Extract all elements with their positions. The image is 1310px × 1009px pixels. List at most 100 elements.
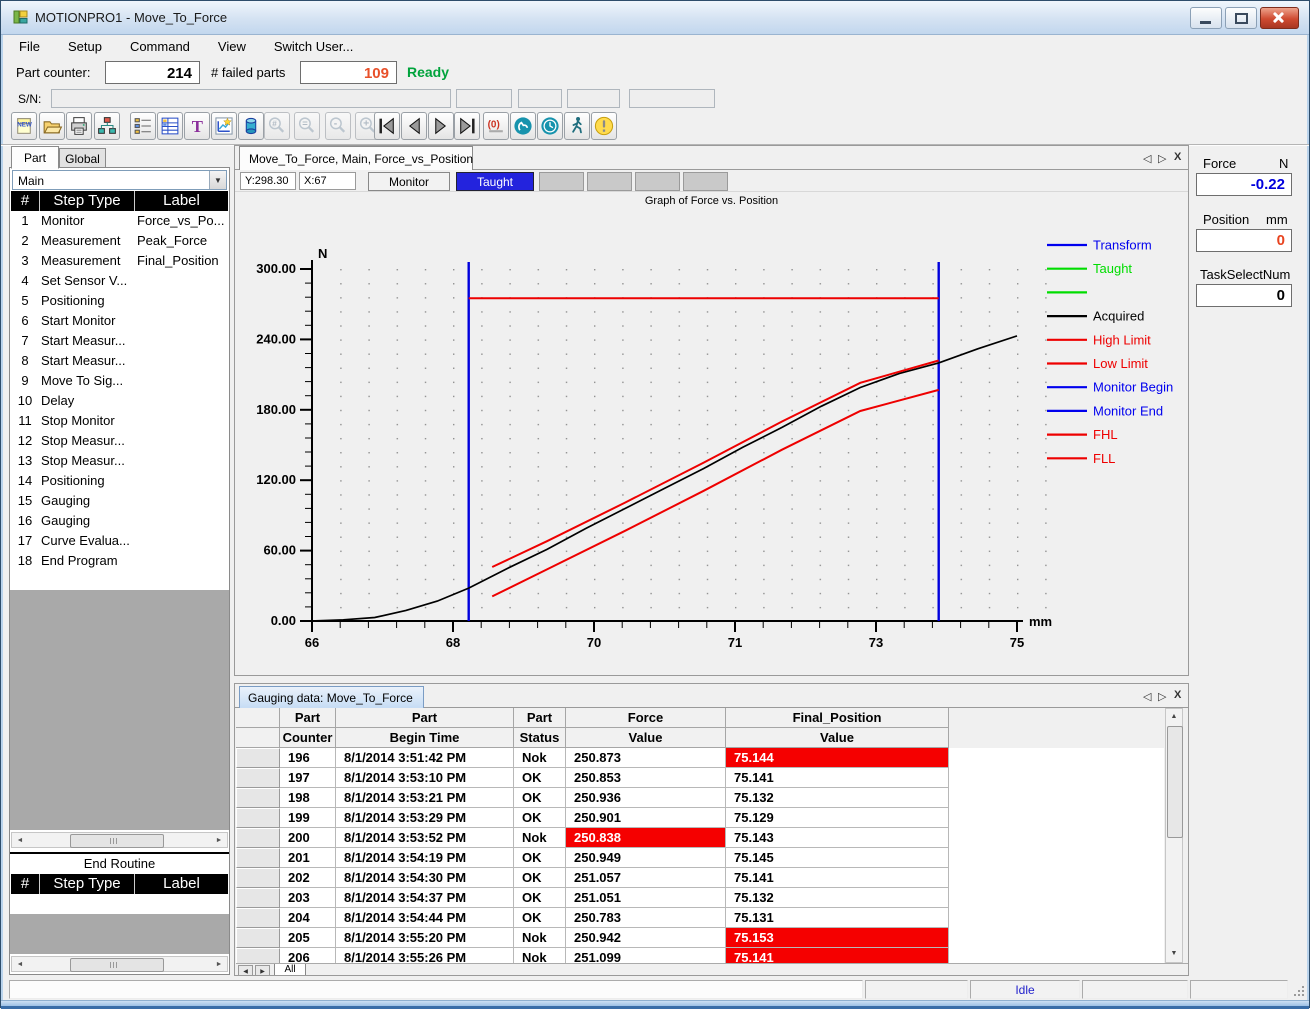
minimize-button[interactable] (1190, 7, 1222, 29)
part-counter-cell[interactable]: 202 (280, 868, 336, 888)
part-status-cell[interactable]: OK (514, 788, 566, 808)
monitor-button[interactable]: Monitor (368, 172, 450, 191)
nav-next-button[interactable] (427, 112, 454, 140)
final-position-cell[interactable]: 75.129 (726, 808, 949, 828)
scrollbar-thumb[interactable] (1167, 726, 1183, 838)
failed-parts-field[interactable]: 109 (300, 61, 397, 84)
step-row[interactable]: 13 Stop Measur... (11, 451, 228, 471)
program-grid-button[interactable] (157, 112, 183, 140)
menu-item-command[interactable]: Command (116, 34, 204, 58)
part-status-cell[interactable]: Nok (514, 928, 566, 948)
force-value-cell[interactable]: 251.057 (566, 868, 726, 888)
row-selector-cell[interactable] (236, 768, 280, 788)
tab-scroll-right-icon[interactable]: ▷ (1158, 152, 1166, 165)
final-position-cell[interactable]: 75.153 (726, 928, 949, 948)
task-select-field[interactable]: 0 (1196, 284, 1292, 307)
scrollbar-thumb[interactable] (70, 958, 164, 972)
force-position-chart[interactable]: 66 68 70 71 73 75 0.00 60.00 120.00 180.00 240.00 3… (235, 208, 1188, 675)
begin-time-cell[interactable]: 8/1/2014 3:55:26 PM (336, 948, 514, 963)
panel-close-icon[interactable]: X (1174, 689, 1181, 701)
force-value-cell[interactable]: 250.838 (566, 828, 726, 848)
scroll-left-icon[interactable]: ◄ (13, 834, 27, 846)
row-selector-cell[interactable] (236, 908, 280, 928)
step-row[interactable]: 7 Start Measur... (11, 331, 228, 351)
open-folder-button[interactable] (38, 112, 65, 140)
alarm-button[interactable] (591, 112, 617, 140)
force-value-cell[interactable]: 250.936 (566, 788, 726, 808)
part-status-cell[interactable]: Nok (514, 948, 566, 963)
step-row[interactable]: 5 Positioning (11, 291, 228, 311)
part-status-cell[interactable]: Nok (514, 828, 566, 848)
gauging-tab[interactable]: Gauging data: Move_To_Force (239, 686, 424, 708)
begin-time-cell[interactable]: 8/1/2014 3:54:37 PM (336, 888, 514, 908)
part-counter-cell[interactable]: 200 (280, 828, 336, 848)
step-row[interactable]: 18 End Program (11, 551, 228, 571)
part-status-cell[interactable]: OK (514, 888, 566, 908)
nav-first-button[interactable] (374, 112, 400, 140)
nav-prev-button[interactable] (400, 112, 427, 140)
tab-global[interactable]: Global (59, 148, 106, 169)
dial-button[interactable] (510, 112, 536, 140)
part-status-cell[interactable]: Nok (514, 748, 566, 768)
scroll-right-icon[interactable]: ► (212, 834, 226, 846)
nav-last-button[interactable] (454, 112, 481, 140)
step-list-button[interactable] (130, 112, 156, 140)
part-counter-cell[interactable]: 199 (280, 808, 336, 828)
part-status-cell[interactable]: OK (514, 868, 566, 888)
chart-export-button[interactable] (211, 112, 237, 140)
part-status-cell[interactable]: OK (514, 908, 566, 928)
part-counter-cell[interactable]: 197 (280, 768, 336, 788)
step-row[interactable]: 4 Set Sensor V... (11, 271, 228, 291)
routine-select[interactable]: Main ▼ (12, 170, 227, 190)
row-selector-cell[interactable] (236, 808, 280, 828)
part-counter-cell[interactable]: 201 (280, 848, 336, 868)
menu-item-view[interactable]: View (204, 34, 260, 58)
scroll-right-icon[interactable]: ► (212, 958, 226, 970)
final-position-cell[interactable]: 75.141 (726, 948, 949, 963)
table-row[interactable]: 203 8/1/2014 3:54:37 PM OK 251.051 75.132 (236, 888, 1164, 908)
row-selector-cell[interactable] (236, 748, 280, 768)
print-button[interactable] (66, 112, 93, 140)
force-value-cell[interactable]: 250.873 (566, 748, 726, 768)
begin-time-cell[interactable]: 8/1/2014 3:53:21 PM (336, 788, 514, 808)
step-row[interactable]: 15 Gauging (11, 491, 228, 511)
force-value-cell[interactable]: 250.942 (566, 928, 726, 948)
cylinder-tool-button[interactable] (238, 112, 264, 140)
table-row[interactable]: 196 8/1/2014 3:51:42 PM Nok 250.873 75.144 (236, 748, 1164, 768)
resize-grip[interactable] (1293, 984, 1307, 998)
chevron-down-icon[interactable]: ▼ (209, 171, 226, 189)
force-value-cell[interactable]: 250.949 (566, 848, 726, 868)
force-value-field[interactable]: -0.22 (1196, 173, 1292, 196)
steps-hscrollbar[interactable]: ◄ ► (11, 832, 228, 848)
curve-slot-button[interactable] (539, 172, 584, 191)
row-selector-cell[interactable] (236, 788, 280, 808)
begin-time-cell[interactable]: 8/1/2014 3:54:44 PM (336, 908, 514, 928)
table-row[interactable]: 202 8/1/2014 3:54:30 PM OK 251.057 75.141 (236, 868, 1164, 888)
final-position-cell[interactable]: 75.141 (726, 868, 949, 888)
step-row[interactable]: 14 Positioning (11, 471, 228, 491)
scroll-up-icon[interactable]: ▲ (1167, 710, 1181, 724)
begin-time-cell[interactable]: 8/1/2014 3:53:29 PM (336, 808, 514, 828)
table-row[interactable]: 197 8/1/2014 3:53:10 PM OK 250.853 75.141 (236, 768, 1164, 788)
step-row[interactable]: 8 Start Measur... (11, 351, 228, 371)
step-row[interactable]: 16 Gauging (11, 511, 228, 531)
table-row[interactable]: 200 8/1/2014 3:53:52 PM Nok 250.838 75.143 (236, 828, 1164, 848)
serial-field-5[interactable] (629, 89, 715, 108)
graph-tab[interactable]: Move_To_Force, Main, Force_vs_Position (239, 146, 473, 170)
table-row[interactable]: 198 8/1/2014 3:53:21 PM OK 250.936 75.132 (236, 788, 1164, 808)
begin-time-cell[interactable]: 8/1/2014 3:51:42 PM (336, 748, 514, 768)
curve-slot-button[interactable] (587, 172, 632, 191)
serial-field-2[interactable] (456, 89, 512, 108)
step-row[interactable]: 6 Start Monitor (11, 311, 228, 331)
part-counter-cell[interactable]: 204 (280, 908, 336, 928)
step-row[interactable]: 17 Curve Evalua... (11, 531, 228, 551)
final-position-cell[interactable]: 75.141 (726, 768, 949, 788)
begin-time-cell[interactable]: 8/1/2014 3:54:30 PM (336, 868, 514, 888)
text-tool-button[interactable]: T (184, 112, 210, 140)
new-file-button[interactable]: NEW (11, 112, 37, 140)
sheet-next-icon[interactable]: ▶ (255, 965, 270, 975)
timer-button[interactable] (537, 112, 563, 140)
force-value-cell[interactable]: 250.901 (566, 808, 726, 828)
zoom-number-button[interactable]: # (264, 112, 290, 140)
menu-item-file[interactable]: File (5, 34, 54, 58)
